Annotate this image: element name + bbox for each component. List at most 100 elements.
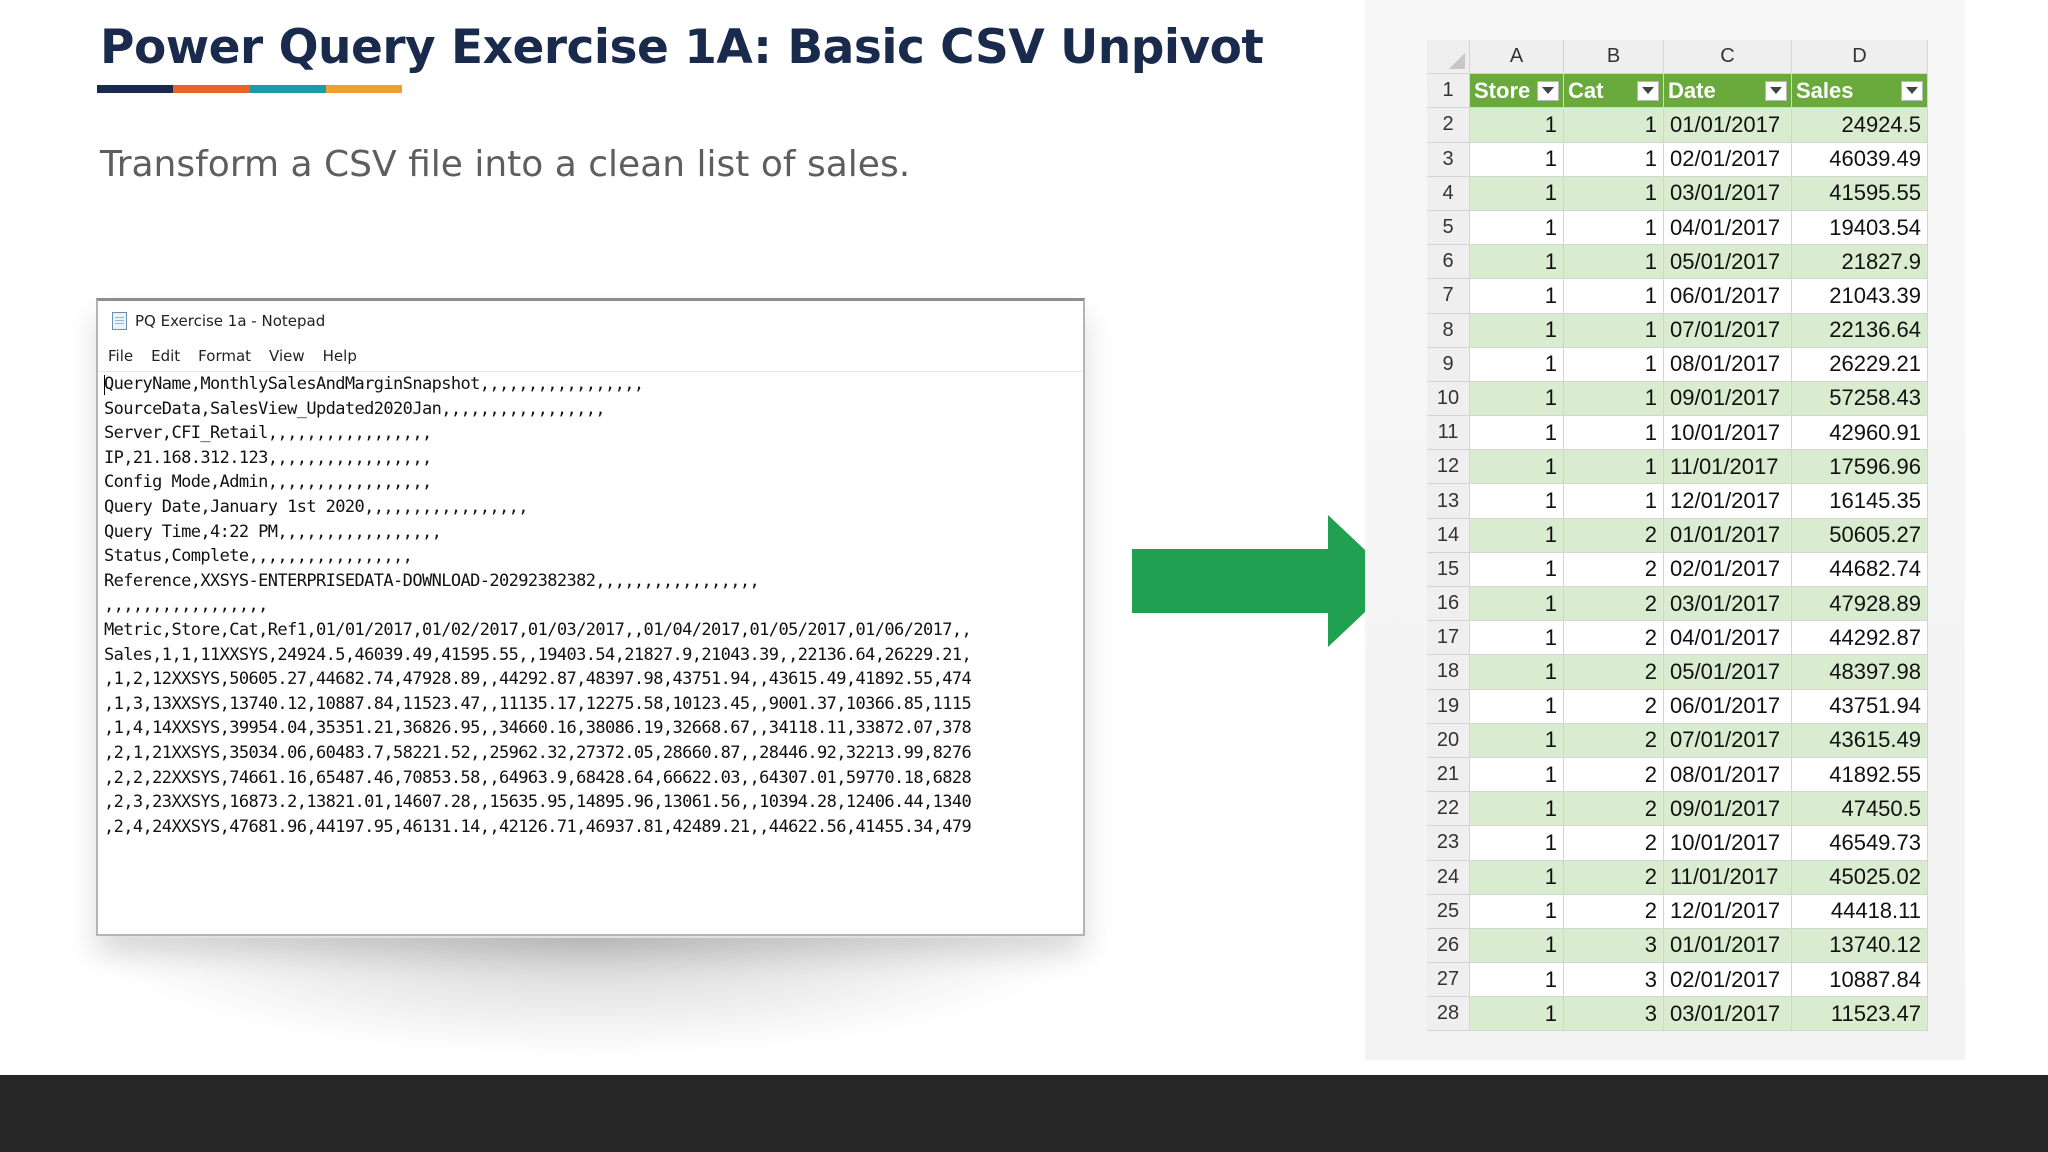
cell-store[interactable]: 1: [1470, 587, 1564, 622]
row-header[interactable]: 20: [1427, 723, 1470, 758]
cell-store[interactable]: 1: [1470, 176, 1564, 211]
column-header-c[interactable]: C: [1664, 40, 1792, 75]
column-header-b[interactable]: B: [1564, 40, 1664, 75]
cell-date[interactable]: 09/01/2017: [1664, 792, 1792, 827]
row-header[interactable]: 3: [1427, 142, 1470, 177]
cell-sales[interactable]: 21827.9: [1792, 245, 1928, 280]
cell-cat[interactable]: 2: [1564, 757, 1664, 793]
row-header[interactable]: 27: [1427, 963, 1470, 998]
header-cell-date[interactable]: Date: [1664, 74, 1792, 109]
cell-sales[interactable]: 50605.27: [1792, 518, 1928, 553]
cell-cat[interactable]: 3: [1564, 928, 1664, 964]
cell-store[interactable]: 1: [1470, 450, 1564, 485]
cell-date[interactable]: 06/01/2017: [1664, 279, 1792, 314]
menu-item-edit[interactable]: Edit: [151, 347, 180, 365]
cell-sales[interactable]: 41892.55: [1792, 757, 1928, 793]
cell-cat[interactable]: 1: [1564, 416, 1664, 451]
menu-item-format[interactable]: Format: [198, 347, 251, 365]
row-header[interactable]: 12: [1427, 450, 1470, 485]
cell-store[interactable]: 1: [1470, 792, 1564, 827]
cell-date[interactable]: 01/01/2017: [1664, 928, 1792, 964]
cell-store[interactable]: 1: [1470, 416, 1564, 451]
cell-sales[interactable]: 13740.12: [1792, 928, 1928, 964]
row-header[interactable]: 18: [1427, 655, 1470, 690]
cell-cat[interactable]: 2: [1564, 826, 1664, 861]
header-cell-cat[interactable]: Cat: [1564, 74, 1664, 109]
cell-store[interactable]: 1: [1470, 552, 1564, 587]
cell-store[interactable]: 1: [1470, 484, 1564, 519]
cell-cat[interactable]: 2: [1564, 689, 1664, 724]
cell-store[interactable]: 1: [1470, 826, 1564, 861]
header-cell-sales[interactable]: Sales: [1792, 74, 1928, 109]
cell-cat[interactable]: 1: [1564, 484, 1664, 519]
row-header[interactable]: 23: [1427, 826, 1470, 861]
row-header[interactable]: 7: [1427, 279, 1470, 314]
cell-date[interactable]: 12/01/2017: [1664, 894, 1792, 929]
cell-store[interactable]: 1: [1470, 313, 1564, 348]
cell-sales[interactable]: 44682.74: [1792, 552, 1928, 587]
cell-date[interactable]: 10/01/2017: [1664, 826, 1792, 861]
column-header-a[interactable]: A: [1470, 40, 1564, 75]
row-header[interactable]: 28: [1427, 997, 1470, 1032]
menu-item-view[interactable]: View: [269, 347, 305, 365]
cell-date[interactable]: 06/01/2017: [1664, 689, 1792, 724]
cell-store[interactable]: 1: [1470, 963, 1564, 998]
cell-date[interactable]: 04/01/2017: [1664, 210, 1792, 246]
cell-sales[interactable]: 16145.35: [1792, 484, 1928, 519]
cell-cat[interactable]: 1: [1564, 381, 1664, 417]
cell-sales[interactable]: 22136.64: [1792, 313, 1928, 348]
cell-store[interactable]: 1: [1470, 723, 1564, 758]
cell-date[interactable]: 08/01/2017: [1664, 347, 1792, 382]
cell-date[interactable]: 11/01/2017: [1664, 450, 1792, 485]
cell-store[interactable]: 1: [1470, 894, 1564, 929]
cell-sales[interactable]: 24924.5: [1792, 108, 1928, 143]
cell-sales[interactable]: 26229.21: [1792, 347, 1928, 382]
cell-sales[interactable]: 46039.49: [1792, 142, 1928, 177]
cell-date[interactable]: 01/01/2017: [1664, 108, 1792, 143]
cell-sales[interactable]: 11523.47: [1792, 997, 1928, 1032]
cell-date[interactable]: 12/01/2017: [1664, 484, 1792, 519]
cell-cat[interactable]: 2: [1564, 894, 1664, 929]
cell-store[interactable]: 1: [1470, 210, 1564, 246]
cell-sales[interactable]: 43751.94: [1792, 689, 1928, 724]
column-header-d[interactable]: D: [1792, 40, 1928, 75]
row-header[interactable]: 4: [1427, 176, 1470, 211]
cell-cat[interactable]: 2: [1564, 552, 1664, 587]
cell-store[interactable]: 1: [1470, 621, 1564, 656]
cell-date[interactable]: 10/01/2017: [1664, 416, 1792, 451]
cell-sales[interactable]: 42960.91: [1792, 416, 1928, 451]
cell-sales[interactable]: 45025.02: [1792, 860, 1928, 895]
row-header[interactable]: 22: [1427, 792, 1470, 827]
cell-store[interactable]: 1: [1470, 347, 1564, 382]
cell-sales[interactable]: 17596.96: [1792, 450, 1928, 485]
cell-date[interactable]: 03/01/2017: [1664, 997, 1792, 1032]
cell-date[interactable]: 02/01/2017: [1664, 963, 1792, 998]
cell-store[interactable]: 1: [1470, 860, 1564, 895]
cell-cat[interactable]: 1: [1564, 245, 1664, 280]
cell-sales[interactable]: 57258.43: [1792, 381, 1928, 417]
cell-date[interactable]: 09/01/2017: [1664, 381, 1792, 417]
row-header[interactable]: 10: [1427, 381, 1470, 417]
cell-cat[interactable]: 2: [1564, 518, 1664, 553]
cell-cat[interactable]: 1: [1564, 142, 1664, 177]
cell-cat[interactable]: 2: [1564, 792, 1664, 827]
cell-date[interactable]: 03/01/2017: [1664, 176, 1792, 211]
row-header[interactable]: 21: [1427, 757, 1470, 793]
row-header[interactable]: 8: [1427, 313, 1470, 348]
excel-sheet[interactable]: A B C D 1 Store Cat Date Sales 21 1 01/0…: [1427, 40, 1928, 1032]
row-header[interactable]: 16: [1427, 587, 1470, 622]
menu-item-file[interactable]: File: [108, 347, 133, 365]
cell-date[interactable]: 04/01/2017: [1664, 621, 1792, 656]
cell-store[interactable]: 1: [1470, 689, 1564, 724]
row-header[interactable]: 5: [1427, 210, 1470, 246]
cell-store[interactable]: 1: [1470, 928, 1564, 964]
row-header[interactable]: 17: [1427, 621, 1470, 656]
cell-date[interactable]: 03/01/2017: [1664, 587, 1792, 622]
cell-cat[interactable]: 1: [1564, 279, 1664, 314]
header-cell-store[interactable]: Store: [1470, 74, 1564, 109]
row-header[interactable]: 19: [1427, 689, 1470, 724]
cell-cat[interactable]: 1: [1564, 347, 1664, 382]
cell-cat[interactable]: 2: [1564, 655, 1664, 690]
filter-dropdown-icon[interactable]: [1637, 80, 1659, 101]
notepad-text-area[interactable]: QueryName,MonthlySalesAndMarginSnapshot,…: [98, 371, 1083, 839]
